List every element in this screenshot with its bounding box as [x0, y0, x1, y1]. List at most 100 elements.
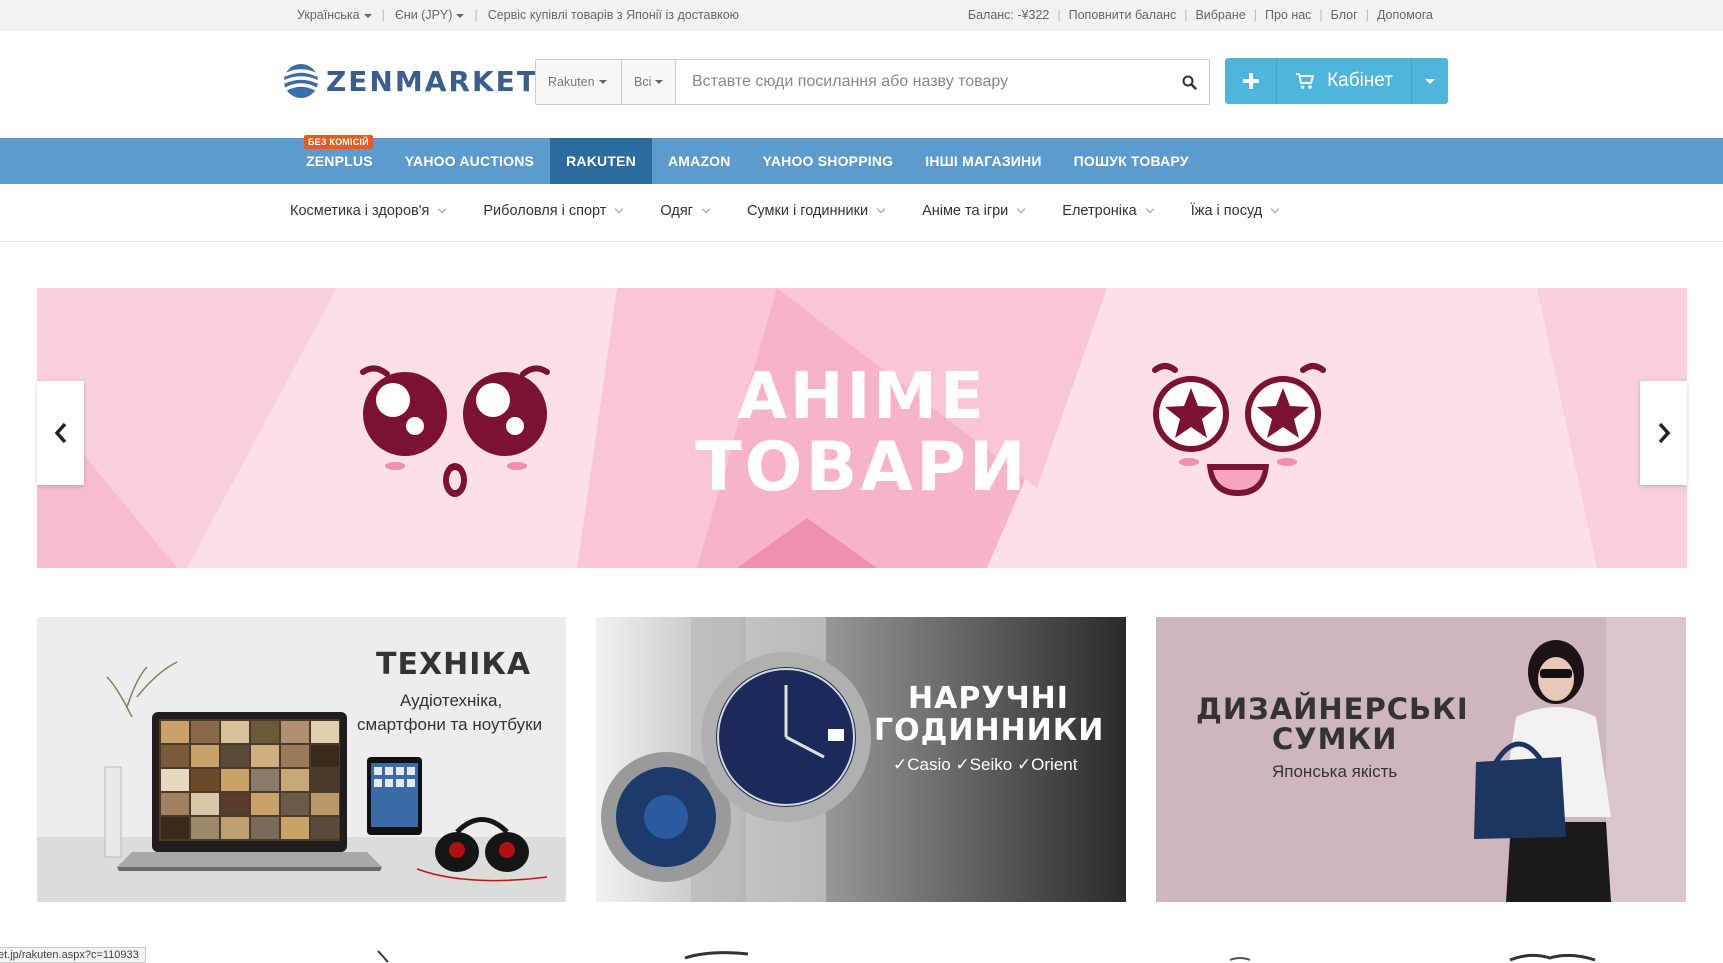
- separator: |: [1184, 8, 1188, 22]
- store-tab-label: YAHOO SHOPPING: [762, 153, 894, 169]
- cart-icon: [1296, 73, 1315, 89]
- store-tab-yahoo-shopping[interactable]: YAHOO SHOPPING: [747, 138, 910, 184]
- zenmarket-logo-icon: [283, 64, 319, 98]
- next-row-peek-image: [377, 950, 1596, 963]
- cabinet-label: Кабінет: [1327, 70, 1393, 91]
- store-navigation: БЕЗ КОМІСІЙ ZENPLUS YAHOO AUCTIONS RAKUT…: [0, 135, 1723, 184]
- chevron-left-icon: [54, 422, 66, 444]
- promo-card-electronics[interactable]: ТЕХНІКА Аудіотехніка, смартфони та ноутб…: [37, 617, 566, 902]
- store-tab-label: YAHOO AUCTIONS: [404, 153, 535, 169]
- category-electronics[interactable]: Елетроніка: [1062, 203, 1154, 219]
- store-tab-label: ZENPLUS: [306, 153, 373, 169]
- logo[interactable]: ZENMARKET: [282, 61, 538, 101]
- search-bar: Rakuten Всі: [535, 59, 1210, 105]
- about-link[interactable]: Про нас: [1265, 8, 1311, 22]
- category-label: Сумки і годинники: [746, 203, 869, 219]
- card-title-line1: ДИЗАЙНЕРСЬКІ: [1196, 692, 1469, 726]
- favorites-link[interactable]: Вибране: [1195, 8, 1245, 22]
- account-button-group: Кабінет: [1225, 58, 1448, 104]
- card-subtitle: Японська якість: [1272, 762, 1398, 781]
- add-button[interactable]: [1225, 58, 1277, 104]
- status-url: et.jp/rakuten.aspx?c=110933: [0, 949, 139, 961]
- caret-down-icon: [1425, 78, 1435, 84]
- cabinet-dropdown-toggle[interactable]: [1412, 58, 1448, 104]
- store-select[interactable]: Rakuten: [536, 60, 622, 104]
- card-title-line2: СУМКИ: [1272, 722, 1398, 756]
- chevron-down-icon: [1270, 204, 1280, 214]
- store-tab-amazon[interactable]: AMAZON: [652, 138, 747, 184]
- top-up-link[interactable]: Поповнити баланс: [1069, 8, 1177, 22]
- card-subtitle: ✓Casio ✓Seiko ✓Orient: [893, 755, 1078, 774]
- caret-down-icon: [456, 13, 465, 18]
- caret-down-icon: [363, 13, 372, 18]
- chevron-down-icon: [876, 204, 886, 214]
- card-subtitle-line1: Аудіотехніка,: [400, 691, 503, 710]
- browser-status-bar: et.jp/rakuten.aspx?c=110933: [0, 947, 146, 963]
- category-label: Їжа і посуд: [1190, 203, 1263, 219]
- currency-selector[interactable]: Єни (JPY): [395, 8, 465, 22]
- caret-down-icon: [598, 80, 607, 84]
- category-label: Косметика і здоров'я: [290, 203, 430, 219]
- search-button[interactable]: [1169, 60, 1209, 104]
- chevron-down-icon: [615, 204, 624, 214]
- category-select-value: Всі: [634, 75, 652, 89]
- store-tab-rakuten[interactable]: RAKUTEN: [550, 138, 652, 184]
- carousel-next-button[interactable]: [1640, 381, 1687, 485]
- top-utility-bar: Українська | Єни (JPY) | Сервіс купівлі …: [0, 0, 1723, 31]
- caret-down-icon: [655, 80, 664, 84]
- chevron-down-icon: [438, 204, 447, 214]
- category-bags-watches[interactable]: Сумки і годинники: [746, 203, 886, 219]
- card-title: ТЕХНІКА: [376, 647, 532, 682]
- cabinet-button[interactable]: Кабінет: [1277, 58, 1412, 104]
- hero-banner-anime[interactable]: АНІМЕ ТОВАРИ: [37, 288, 1687, 568]
- site-header: ZENMARKET Rakuten Всі Кабінет: [0, 31, 1723, 138]
- store-tab-zenplus[interactable]: БЕЗ КОМІСІЙ ZENPLUS: [290, 135, 389, 184]
- category-select[interactable]: Всі: [622, 60, 676, 104]
- plus-icon: [1242, 73, 1259, 89]
- category-label: Аніме та ігри: [922, 203, 1009, 219]
- category-label: Одяг: [660, 203, 693, 219]
- separator: |: [1319, 8, 1323, 22]
- category-anime-games[interactable]: Аніме та ігри: [922, 203, 1026, 219]
- search-input[interactable]: [676, 60, 1169, 104]
- category-food-dishes[interactable]: Їжа і посуд: [1190, 203, 1280, 219]
- chevron-down-icon: [1145, 204, 1154, 214]
- tagline: Сервіс купівлі товарів з Японії із доста…: [487, 8, 740, 22]
- store-tab-label: ІНШІ МАГАЗИНИ: [925, 153, 1042, 169]
- category-clothing[interactable]: Одяг: [660, 203, 711, 219]
- currency-label: Єни (JPY): [394, 8, 453, 22]
- store-tab-product-search[interactable]: ПОШУК ТОВАРУ: [1058, 138, 1205, 184]
- store-tab-yahoo-auctions[interactable]: YAHOO AUCTIONS: [389, 138, 550, 184]
- store-tab-other-stores[interactable]: ІНШІ МАГАЗИНИ: [909, 138, 1057, 184]
- store-tab-label: AMAZON: [667, 153, 731, 169]
- card-title-line2: ГОДИННИКИ: [874, 713, 1105, 748]
- chevron-right-icon: [1658, 422, 1670, 444]
- no-commission-badge: БЕЗ КОМІСІЙ: [304, 135, 373, 149]
- hero-title-line2: ТОВАРИ: [695, 428, 1029, 507]
- separator: |: [1253, 8, 1257, 22]
- chevron-down-icon: [1017, 204, 1026, 214]
- category-navigation: Косметика і здоров'я Риболовля і спорт О…: [0, 184, 1723, 242]
- logo-text: ZENMARKET: [326, 64, 538, 98]
- card-subtitle-line2: смартфони та ноутбуки: [357, 715, 543, 734]
- promo-card-watches[interactable]: НАРУЧНІ ГОДИННИКИ ✓Casio ✓Seiko ✓Orient: [596, 617, 1126, 902]
- separator: |: [381, 8, 385, 22]
- card-title-line1: НАРУЧНІ: [908, 681, 1069, 716]
- blog-link[interactable]: Блог: [1331, 8, 1358, 22]
- promo-card-designer-bags[interactable]: ДИЗАЙНЕРСЬКІ СУМКИ Японська якість: [1156, 617, 1686, 902]
- store-tab-label: RAKUTEN: [566, 153, 636, 169]
- carousel-prev-button[interactable]: [37, 381, 84, 485]
- separator: |: [1365, 8, 1369, 22]
- help-link[interactable]: Допомога: [1377, 8, 1433, 22]
- language-selector[interactable]: Українська: [297, 8, 372, 22]
- woman-with-bag-image: [1156, 617, 1686, 902]
- balance-link[interactable]: Баланс: -¥322: [968, 8, 1049, 22]
- hero-title-line1: АНІМЕ: [737, 360, 987, 434]
- category-fishing-sport[interactable]: Риболовля і спорт: [483, 203, 624, 219]
- separator: |: [1057, 8, 1061, 22]
- store-select-value: Rakuten: [548, 75, 595, 89]
- category-label: Риболовля і спорт: [483, 203, 607, 219]
- chevron-down-icon: [701, 204, 711, 214]
- kawaii-face-star-eyes-icon: [1152, 363, 1326, 496]
- category-cosmetics[interactable]: Косметика і здоров'я: [290, 203, 447, 219]
